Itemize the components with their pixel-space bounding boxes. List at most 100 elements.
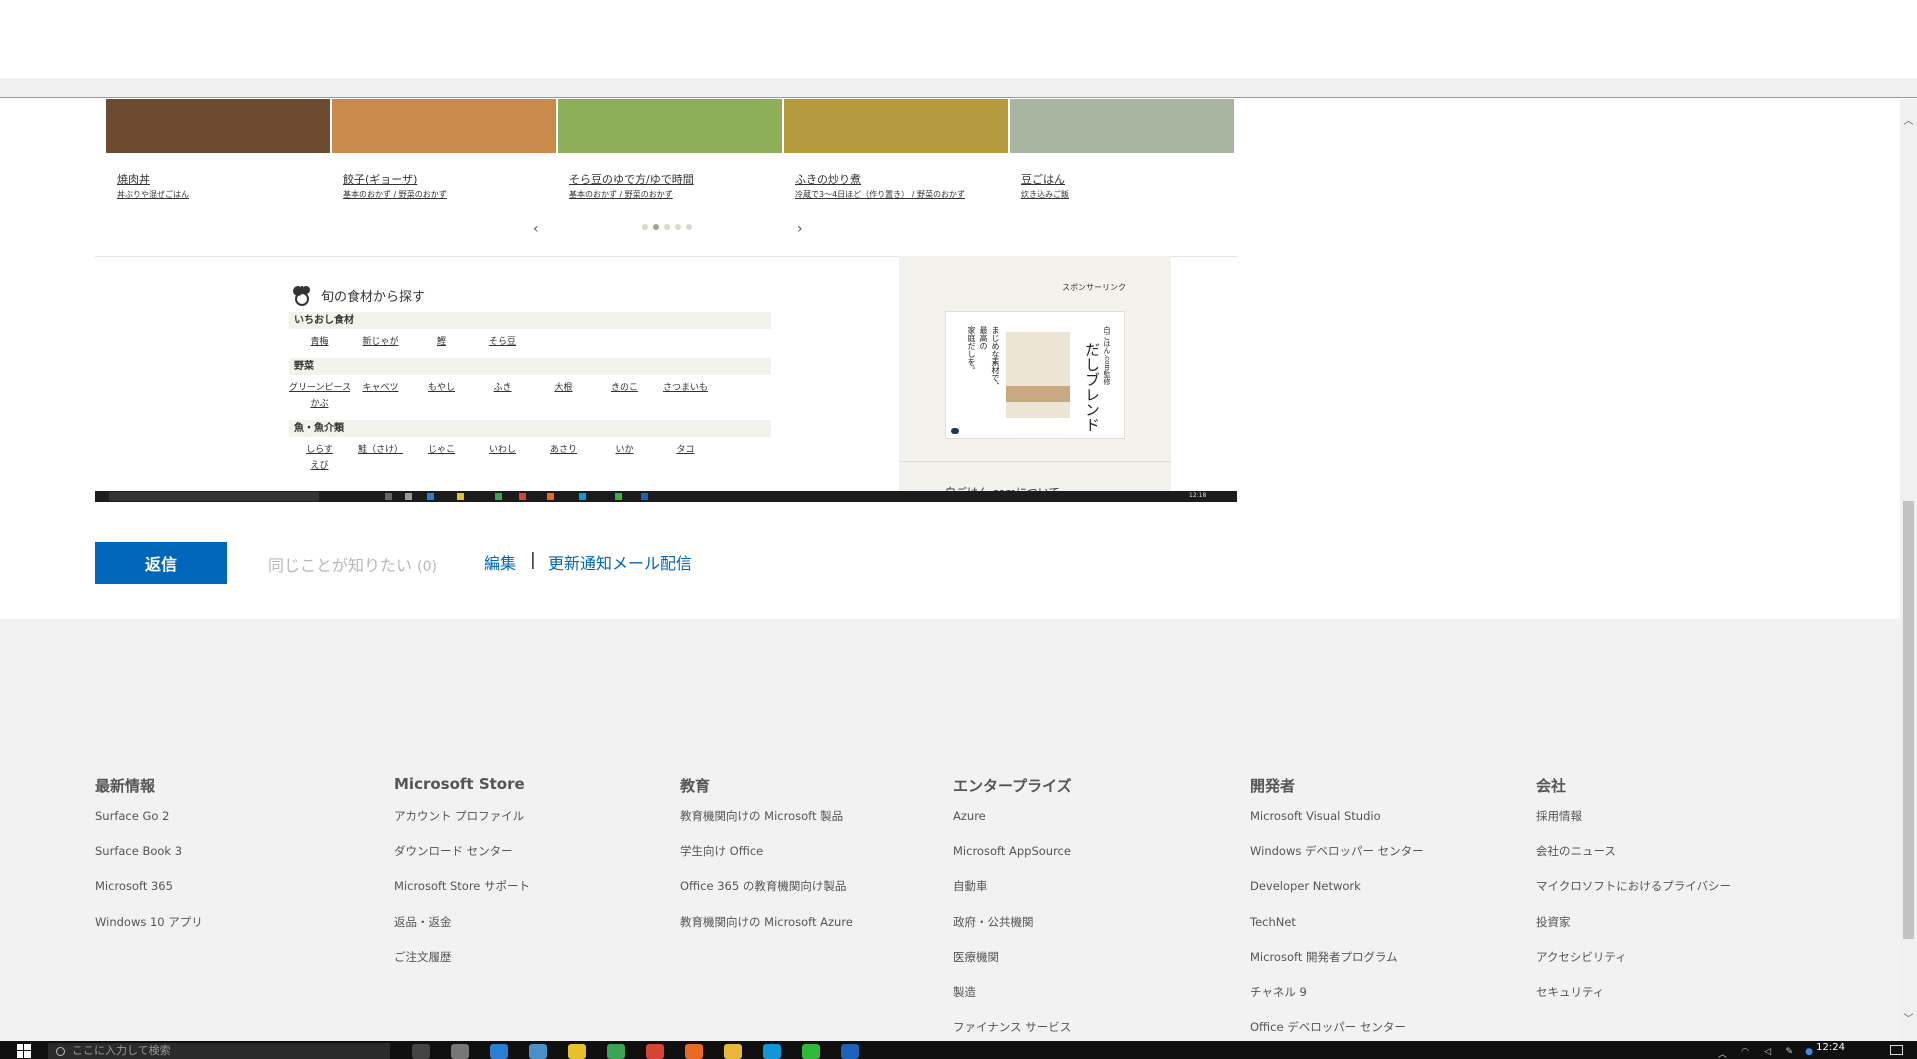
recipe-category[interactable]: 炊き込みご飯 — [1021, 189, 1069, 200]
same-question-button[interactable]: 同じことが知りたい (0) — [268, 552, 437, 576]
footer-link[interactable]: Developer Network — [1250, 869, 1424, 904]
recipe-card[interactable]: そら豆のゆで方/ゆで時間基本のおかず / 野菜のおかず — [558, 99, 782, 199]
tray-chevron-icon[interactable]: ︿ — [1718, 1047, 1727, 1059]
ingredient-link[interactable]: ふき — [472, 380, 533, 396]
footer-link[interactable]: 自動車 — [953, 869, 1072, 904]
footer-link[interactable]: 教育機関向けの Microsoft 製品 — [680, 799, 853, 834]
ingredient-link[interactable]: タコ — [655, 442, 716, 458]
footer-link[interactable]: Surface Go 2 — [95, 799, 203, 834]
footer-link[interactable]: Azure — [953, 799, 1072, 834]
ingredient-link[interactable]: もやし — [411, 380, 472, 396]
ingredient-link[interactable]: 鮭（さけ） — [350, 442, 411, 458]
carousel-dot[interactable] — [642, 224, 648, 230]
footer-link[interactable]: Surface Book 3 — [95, 834, 203, 869]
recipe-photo[interactable] — [558, 99, 782, 153]
footer-link[interactable]: Microsoft Store サポート — [394, 869, 530, 904]
network-icon[interactable]: ◠ — [1741, 1047, 1749, 1057]
recipe-photo[interactable] — [784, 99, 1008, 153]
clock-app-icon[interactable] — [451, 1044, 469, 1059]
task-view-icon[interactable] — [412, 1044, 430, 1059]
notification-icon[interactable] — [1890, 1045, 1903, 1055]
carousel-dot[interactable] — [686, 224, 692, 230]
onedrive-icon[interactable]: ● — [1805, 1047, 1813, 1057]
ingredient-link[interactable]: キャベツ — [350, 380, 411, 396]
recipe-title[interactable]: 焼肉丼 — [117, 171, 150, 187]
footer-link[interactable]: Microsoft AppSource — [953, 834, 1072, 869]
ingredient-link[interactable]: さつまいも — [655, 380, 716, 396]
outlook-icon[interactable] — [841, 1044, 859, 1059]
footer-link[interactable]: Office 365 の教育機関向け製品 — [680, 869, 853, 904]
footer-link[interactable]: 投資家 — [1536, 905, 1731, 940]
recipe-category[interactable]: 基本のおかず / 野菜のおかず — [569, 189, 673, 200]
ingredient-link[interactable]: かぶ — [289, 396, 350, 412]
edge-icon[interactable] — [490, 1044, 508, 1059]
footer-link[interactable]: 教育機関向けの Microsoft Azure — [680, 905, 853, 940]
browser-icon[interactable] — [607, 1044, 625, 1059]
footer-link[interactable]: TechNet — [1250, 905, 1424, 940]
scroll-up-icon[interactable]: ︿ — [1900, 113, 1917, 130]
chrome-icon[interactable] — [646, 1044, 664, 1059]
recipe-title[interactable]: 豆ごはん — [1021, 171, 1065, 187]
ingredient-link[interactable]: あさり — [533, 442, 594, 458]
recipe-photo[interactable] — [106, 99, 330, 153]
line-icon[interactable] — [802, 1044, 820, 1059]
footer-link[interactable]: ご注文履歴 — [394, 940, 530, 975]
footer-link[interactable]: チャネル 9 — [1250, 975, 1424, 1010]
scroll-down-icon[interactable]: ﹀ — [1900, 1011, 1917, 1028]
footer-link[interactable]: セキュリティ — [1536, 975, 1731, 1010]
dashi-ad-banner[interactable]: まじめな素材で、 最高の 家庭だしを。 だしブレンド 白ごはん.com監修 — [945, 311, 1125, 439]
windows-start-icon[interactable] — [17, 1044, 31, 1058]
scroll-thumb[interactable] — [1903, 501, 1914, 939]
recipe-category[interactable]: 基本のおかず / 野菜のおかず — [343, 189, 447, 200]
ingredient-link[interactable]: いわし — [472, 442, 533, 458]
recipe-card[interactable]: ふきの炒り煮冷蔵で3〜4日ほど（作り置き） / 野菜のおかず — [784, 99, 1008, 199]
footer-link[interactable]: Microsoft Visual Studio — [1250, 799, 1424, 834]
recipe-card[interactable]: 焼肉丼丼ぶりや混ぜごはん — [106, 99, 330, 199]
footer-link[interactable]: 返品・返金 — [394, 905, 530, 940]
ingredient-link[interactable]: えび — [289, 458, 350, 474]
skype-icon[interactable] — [763, 1044, 781, 1059]
footer-link[interactable]: 学生向け Office — [680, 834, 853, 869]
footer-link[interactable]: 政府・公共機関 — [953, 905, 1072, 940]
recipe-title[interactable]: 餃子(ギョーザ) — [343, 171, 417, 187]
carousel-dot[interactable] — [664, 224, 670, 230]
footer-link[interactable]: ダウンロード センター — [394, 834, 530, 869]
footer-link[interactable]: 会社のニュース — [1536, 834, 1731, 869]
recipe-category[interactable]: 冷蔵で3〜4日ほど（作り置き） / 野菜のおかず — [795, 189, 965, 200]
ingredient-link[interactable]: いか — [594, 442, 655, 458]
taskbar-search-box[interactable]: ここに入力して検索 — [48, 1043, 390, 1059]
carousel-dot-active[interactable] — [653, 224, 659, 230]
footer-link[interactable]: アクセシビリティ — [1536, 940, 1731, 975]
ingredient-link[interactable]: そら豆 — [472, 334, 533, 350]
recipe-title[interactable]: そら豆のゆで方/ゆで時間 — [569, 171, 694, 187]
footer-link[interactable]: マイクロソフトにおけるプライバシー — [1536, 869, 1731, 904]
ingredient-link[interactable]: きのこ — [594, 380, 655, 396]
carousel-next-button[interactable]: › — [797, 221, 803, 237]
footer-link[interactable]: 採用情報 — [1536, 799, 1731, 834]
recipe-photo[interactable] — [332, 99, 556, 153]
footer-link[interactable]: 製造 — [953, 975, 1072, 1010]
sticky-icon[interactable] — [568, 1044, 586, 1059]
recipe-card[interactable]: 餃子(ギョーザ) 基本のおかず / 野菜のおかず — [332, 99, 556, 199]
folder-icon[interactable] — [724, 1044, 742, 1059]
footer-link[interactable]: Microsoft 365 — [95, 869, 203, 904]
ingredient-link[interactable]: 新じゃが — [350, 334, 411, 350]
carousel-dot[interactable] — [675, 224, 681, 230]
footer-link[interactable]: Windows デベロッパー センター — [1250, 834, 1424, 869]
footer-link[interactable]: Windows 10 アプリ — [95, 905, 203, 940]
recipe-title[interactable]: ふきの炒り煮 — [795, 171, 861, 187]
taskbar-clock[interactable]: 12:24 — [1816, 1042, 1845, 1053]
ingredient-link[interactable]: じゃこ — [411, 442, 472, 458]
recipe-category[interactable]: 丼ぶりや混ぜごはん — [117, 189, 189, 200]
footer-link[interactable]: 医療機関 — [953, 940, 1072, 975]
page-scrollbar[interactable]: ︿ ﹀ — [1900, 99, 1917, 1041]
footer-link[interactable]: アカウント プロファイル — [394, 799, 530, 834]
carousel-prev-button[interactable]: ‹ — [533, 221, 539, 237]
ingredient-link[interactable]: グリーンピース — [289, 380, 350, 396]
firefox-icon[interactable] — [685, 1044, 703, 1059]
ingredient-link[interactable]: しらす — [289, 442, 350, 458]
reply-button[interactable]: 返信 — [95, 542, 227, 584]
ingredient-link[interactable]: 大根 — [533, 380, 594, 396]
footer-link[interactable]: Microsoft 開発者プログラム — [1250, 940, 1424, 975]
notify-subscribe-link[interactable]: 更新通知メール配信 — [548, 550, 692, 574]
